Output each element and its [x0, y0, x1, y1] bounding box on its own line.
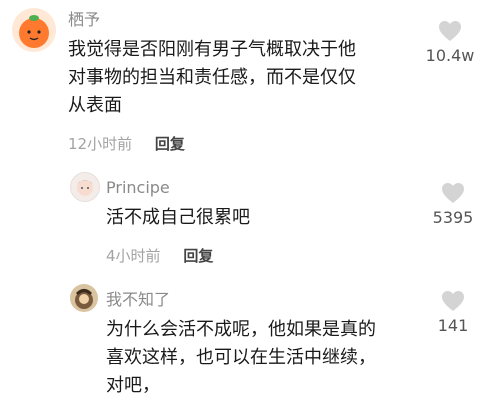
boy-avatar-icon [77, 180, 93, 196]
comment-1-line: 从表面 [68, 95, 122, 116]
comment-1-like-count: 10.4w [425, 46, 475, 65]
comment-1-line: 对事物的担当和责任感，而不是仅仅 [68, 67, 356, 88]
reply-1-meta: 4小时前 回复 [106, 246, 213, 266]
reply-2-like-count: 141 [437, 316, 469, 335]
reply-2-line: 喜欢这样，也可以在生活中继续， [106, 347, 376, 368]
reply-2-line: 为什么会活不成呢，他如果是真的 [106, 319, 376, 340]
comment-thread: 栖予 我觉得是否阳刚有男子气概取决于他 对事物的担当和责任感，而不是仅仅 从表面… [0, 0, 495, 400]
heart-icon [442, 291, 464, 311]
comment-1-line: 我觉得是否阳刚有男子气概取决于他 [68, 39, 356, 60]
comment-1-reply-button[interactable]: 回复 [155, 135, 185, 153]
reply-2-text: 为什么会活不成呢，他如果是真的 喜欢这样，也可以在生活中继续， 对吧， [106, 316, 376, 400]
comment-1-time: 12小时前 [68, 135, 133, 153]
reply-1-time: 4小时前 [106, 247, 161, 265]
reply-1-like-count: 5395 [432, 208, 474, 227]
reply-2-avatar[interactable] [70, 284, 98, 312]
heart-icon [442, 183, 464, 203]
reply-1-like-button[interactable]: 5395 [423, 182, 483, 227]
cartoon-avatar-icon [75, 289, 93, 309]
reply-2-username[interactable]: 我不知了 [106, 290, 170, 310]
comment-1-text: 我觉得是否阳刚有男子气概取决于他 对事物的担当和责任感，而不是仅仅 从表面 [68, 36, 356, 120]
reply-1-line: 活不成自己很累吧 [106, 207, 250, 228]
reply-1-avatar[interactable] [70, 172, 100, 202]
orange-fruit-avatar-icon [19, 15, 49, 48]
comment-1-avatar[interactable] [12, 8, 56, 52]
comment-1-meta: 12小时前 回复 [68, 134, 185, 154]
reply-2-line: 对吧， [106, 375, 160, 396]
heart-icon [439, 21, 461, 41]
reply-1-reply-button[interactable]: 回复 [183, 247, 213, 265]
comment-1-like-button[interactable]: 10.4w [420, 20, 480, 65]
reply-2-like-button[interactable]: 141 [423, 290, 483, 335]
comment-1-username[interactable]: 栖予 [68, 10, 100, 30]
reply-1-text: 活不成自己很累吧 [106, 204, 250, 232]
reply-1-username[interactable]: Principe [106, 178, 170, 198]
